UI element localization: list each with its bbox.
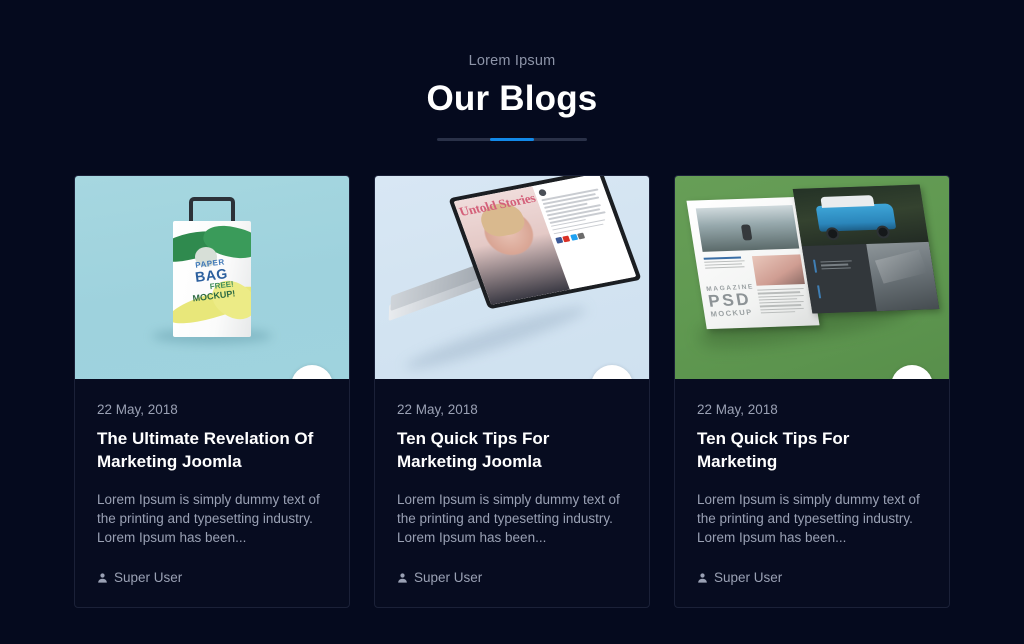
- card-title[interactable]: Ten Quick Tips For Marketing Joomla: [397, 427, 627, 473]
- user-icon: [397, 572, 408, 584]
- card-date: 22 May, 2018: [697, 402, 778, 417]
- card-excerpt: Lorem Ipsum is simply dummy text of the …: [97, 492, 320, 545]
- card-author-name: Super User: [414, 570, 483, 585]
- magazine-text-line3: MOCKUP: [709, 307, 754, 319]
- eye-icon: [305, 379, 320, 380]
- page-title: Our Blogs: [426, 79, 598, 118]
- magazine-right-page: [792, 184, 940, 314]
- card-author: Super User: [97, 569, 327, 587]
- card-author: Super User: [697, 569, 927, 587]
- title-divider-accent: [490, 138, 534, 141]
- blog-card[interactable]: PAPER BAG FREE! MOCKUP! 22 May, 2018 The…: [74, 175, 350, 608]
- magazine-mockup-image: MAGAZINE PSD MOCKUP: [675, 176, 949, 379]
- paper-bag-mockup-image: PAPER BAG FREE! MOCKUP!: [75, 176, 349, 379]
- card-body: 22 May, 2018 Ten Quick Tips For Marketin…: [675, 379, 949, 607]
- card-excerpt: Lorem Ipsum is simply dummy text of the …: [697, 492, 920, 545]
- laptop-mockup-image: Untold Stories: [375, 176, 649, 379]
- section-header: Lorem Ipsum Our Blogs: [0, 52, 1024, 141]
- blog-card[interactable]: Untold Stories 22 May, 2018 Ten Quick Ti…: [374, 175, 650, 608]
- blog-card-list: PAPER BAG FREE! MOCKUP! 22 May, 2018 The…: [74, 175, 950, 608]
- blog-section: Lorem Ipsum Our Blogs PAPER BAG FREE! MO…: [0, 0, 1024, 644]
- card-image[interactable]: Untold Stories: [375, 176, 649, 379]
- user-icon: [97, 572, 108, 584]
- eye-icon: [605, 379, 620, 380]
- card-date: 22 May, 2018: [97, 402, 178, 417]
- paper-bag: PAPER BAG FREE! MOCKUP!: [173, 221, 251, 337]
- card-author-name: Super User: [114, 570, 183, 585]
- eye-icon: [905, 379, 920, 380]
- title-divider: [437, 138, 587, 141]
- card-image[interactable]: MAGAZINE PSD MOCKUP: [675, 176, 949, 379]
- user-icon: [697, 572, 708, 584]
- card-author: Super User: [397, 569, 627, 587]
- section-eyebrow: Lorem Ipsum: [468, 53, 556, 69]
- card-author-name: Super User: [714, 570, 783, 585]
- card-excerpt: Lorem Ipsum is simply dummy text of the …: [397, 492, 620, 545]
- laptop-screen: Untold Stories: [448, 176, 642, 310]
- card-body: 22 May, 2018 Ten Quick Tips For Marketin…: [375, 379, 649, 607]
- card-image[interactable]: PAPER BAG FREE! MOCKUP!: [75, 176, 349, 379]
- card-date: 22 May, 2018: [397, 402, 478, 417]
- card-body: 22 May, 2018 The Ultimate Revelation Of …: [75, 379, 349, 607]
- card-title[interactable]: The Ultimate Revelation Of Marketing Joo…: [97, 427, 327, 473]
- blog-card[interactable]: MAGAZINE PSD MOCKUP 22 May, 2018 Ten Qui…: [674, 175, 950, 608]
- card-title[interactable]: Ten Quick Tips For Marketing: [697, 427, 927, 473]
